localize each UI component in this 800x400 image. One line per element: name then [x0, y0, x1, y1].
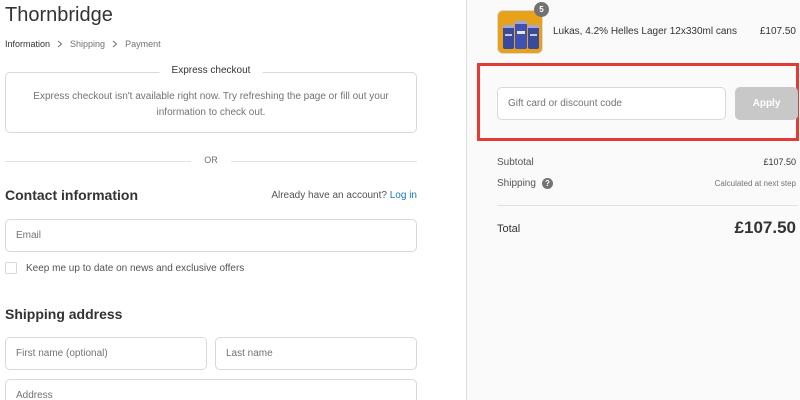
- order-summary: 5 Lukas, 4.2% Helles Lager 12x330ml cans…: [466, 0, 800, 400]
- newsletter-option[interactable]: Keep me up to date on news and exclusive…: [5, 262, 244, 274]
- breadcrumb-information[interactable]: Information: [5, 39, 50, 49]
- product-price: £107.50: [759, 26, 796, 37]
- contact-information-heading: Contact information: [5, 187, 138, 203]
- shipping-value: Calculated at next step: [714, 179, 796, 188]
- total-label: Total: [497, 223, 521, 235]
- express-checkout-message: Express checkout isn't available right n…: [33, 91, 389, 118]
- beer-cans-thumbnail-icon: [497, 10, 543, 54]
- or-label: OR: [204, 155, 218, 165]
- express-checkout-title: Express checkout: [159, 65, 263, 76]
- chevron-right-icon: [54, 39, 66, 49]
- checkout-main: Thornbridge Information Shipping Payment…: [0, 0, 466, 400]
- discount-code-input[interactable]: [498, 88, 725, 119]
- shipping-address-heading: Shipping address: [5, 306, 123, 322]
- breadcrumb: Information Shipping Payment: [5, 39, 161, 49]
- store-name[interactable]: Thornbridge: [5, 4, 113, 27]
- login-prompt: Already have an account? Log in: [271, 190, 417, 201]
- address-input[interactable]: [6, 380, 416, 400]
- help-icon[interactable]: ?: [541, 178, 553, 189]
- email-input[interactable]: [6, 220, 416, 251]
- divider-line: [231, 161, 417, 162]
- express-checkout-panel: Express checkout Express checkout isn't …: [5, 65, 417, 133]
- discount-code-field[interactable]: [497, 87, 726, 120]
- last-name-field[interactable]: [215, 337, 417, 370]
- or-divider: OR: [5, 155, 417, 167]
- divider-line: [5, 161, 191, 162]
- login-link[interactable]: Log in: [390, 190, 417, 201]
- quantity-badge: 5: [534, 2, 549, 17]
- first-name-input[interactable]: [6, 338, 206, 369]
- subtotal-label: Subtotal: [497, 157, 534, 168]
- email-field[interactable]: [5, 219, 417, 252]
- subtotal-value: £107.50: [763, 157, 796, 167]
- shipping-label: Shipping ?: [497, 178, 553, 189]
- apply-button[interactable]: Apply: [735, 87, 798, 120]
- product-name: Lukas, 4.2% Helles Lager 12x330ml cans: [553, 26, 737, 37]
- shipping-label-text: Shipping: [497, 178, 536, 189]
- last-name-input[interactable]: [216, 338, 416, 369]
- newsletter-checkbox[interactable]: [5, 262, 17, 274]
- summary-divider: [497, 205, 798, 206]
- login-prompt-text: Already have an account?: [271, 190, 387, 201]
- breadcrumb-payment: Payment: [125, 39, 161, 49]
- breadcrumb-shipping: Shipping: [70, 39, 106, 49]
- chevron-right-icon: [109, 39, 121, 49]
- total-value: £107.50: [734, 218, 796, 237]
- newsletter-label[interactable]: Keep me up to date on news and exclusive…: [26, 263, 244, 274]
- address-field[interactable]: [5, 379, 417, 400]
- first-name-field[interactable]: [5, 337, 207, 370]
